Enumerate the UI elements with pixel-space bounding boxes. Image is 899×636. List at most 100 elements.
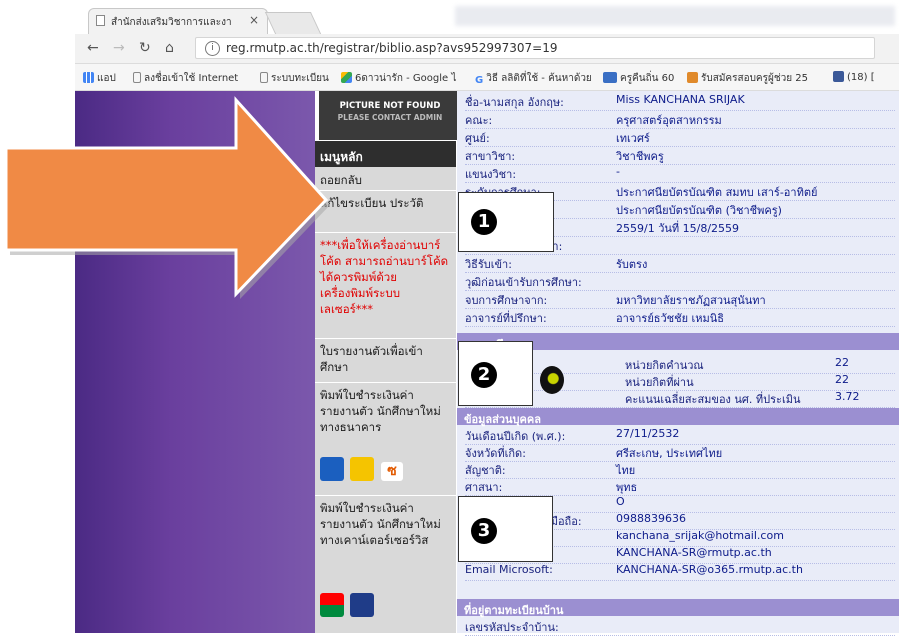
personal-row: ศาสนา: พุทธ <box>465 478 895 496</box>
bookmark-item[interactable]: 6ดาวน่ารัก - Google ไ <box>341 71 456 86</box>
field-value: รับตรง <box>616 258 648 271</box>
field-label: หน่วยกิตที่ผ่าน <box>625 376 694 389</box>
field-label: วิธีรับเข้า: <box>465 258 512 271</box>
field-label: สัญชาติ: <box>465 464 506 477</box>
field-label: จบการศึกษาจาก: <box>465 294 548 307</box>
field-value: KANCHANA-SR@o365.rmutp.ac.th <box>616 563 803 576</box>
bank-icon[interactable]: ซ <box>381 462 403 481</box>
field-label: วันเดือนปีเกิด (พ.ศ.): <box>465 430 566 443</box>
bookmark-item[interactable]: (18) [ <box>833 71 875 83</box>
info-icon[interactable]: i <box>205 41 220 56</box>
callout-box-1: 1 <box>458 192 554 252</box>
bookmark-item[interactable]: รับสมัครสอบครูผู้ช่วย 25 <box>687 71 808 86</box>
personal-row: วันเดือนปีเกิด (พ.ศ.): 27/11/2532 <box>465 427 895 445</box>
menu-item-back[interactable]: ถอยกลับ <box>315 167 456 191</box>
address-section-header: ที่อยู่ตามทะเบียนบ้าน <box>457 599 899 617</box>
bank-icon[interactable] <box>350 457 374 481</box>
field-value: 22 <box>835 373 849 386</box>
close-icon[interactable]: × <box>249 13 259 27</box>
student-info-row: จบการศึกษาจาก: มหาวิทยาลัยราชภัฏสวนสุนันท… <box>465 291 895 309</box>
menu-item-edit-profile[interactable]: แก้ไขระเบียน ประวัติ <box>315 191 456 233</box>
personal-row: สัญชาติ: ไทย <box>465 461 895 479</box>
field-value: เทเวศร์ <box>616 132 650 145</box>
field-value: พุทธ <box>616 481 638 494</box>
field-label: เลขรหัสประจำบ้าน: <box>465 621 559 634</box>
field-value: 0988839636 <box>616 512 686 525</box>
field-value: วิชาชีพครู <box>616 150 664 163</box>
field-value: Miss KANCHANA SRIJAK <box>616 93 745 106</box>
student-info-row: คณะ: ครุศาสตร์อุตสาหกรรม <box>465 111 895 129</box>
field-label: วุฒิก่อนเข้ารับการศึกษา: <box>465 276 582 289</box>
callout-box-3: 3 <box>458 496 553 562</box>
url-input[interactable]: i reg.rmutp.ac.th/registrar/biblio.asp?a… <box>195 37 875 59</box>
student-info-row: วิธีรับเข้า: รับตรง <box>465 255 895 273</box>
field-value: O <box>616 495 625 508</box>
student-info-row: วุฒิก่อนเข้ารับการศึกษา: <box>465 273 895 291</box>
bookmark-apps[interactable]: แอป <box>83 71 116 86</box>
facebook-icon <box>833 71 844 82</box>
student-info-row: ชื่อ-นามสกุล อังกฤษ: Miss KANCHANA SRIJAK <box>465 93 895 111</box>
field-value: ประกาศนียบัตรบัณฑิต สมทบ เสาร์-อาทิตย์ <box>616 186 818 199</box>
field-value: 2559/1 วันที่ 15/8/2559 <box>616 222 740 235</box>
browser-tab[interactable]: สำนักส่งเสริมวิชาการและงาน × <box>88 8 268 34</box>
field-value: KANCHANA-SR@rmutp.ac.th <box>616 546 772 559</box>
back-icon[interactable]: ← <box>87 40 99 56</box>
site-icon <box>687 72 698 83</box>
student-info-row: อาจารย์ที่ปรึกษา: อาจารย์ธวัชชัย เหมนิธิ <box>465 309 895 327</box>
bookmark-item[interactable]: ลงชื่อเข้าใช้ Internet <box>133 71 238 86</box>
url-text: reg.rmutp.ac.th/registrar/biblio.asp?avs… <box>226 41 558 55</box>
apps-icon <box>83 72 94 83</box>
field-value: มหาวิทยาลัยราชภัฏสวนสุนันทา <box>616 294 766 307</box>
callout-box-2: 2 <box>458 341 533 406</box>
menu-item-report-form[interactable]: ใบรายงานตัวเพื่อเข้าศึกษา <box>315 339 456 383</box>
field-label: ชื่อ-นามสกุล อังกฤษ: <box>465 96 564 109</box>
field-label: จังหวัดที่เกิด: <box>465 447 526 460</box>
field-value: - <box>616 165 620 178</box>
bookmark-item[interactable]: ระบบทะเบียน <box>260 71 329 86</box>
page-icon <box>260 72 268 83</box>
google-icon: G <box>475 75 484 86</box>
field-label: ศูนย์: <box>465 132 490 145</box>
sidebar-menu: ถอยกลับ แก้ไขระเบียน ประวัติ ***เพื่อให้… <box>315 167 456 633</box>
field-label: อาจารย์ที่ปรึกษา: <box>465 312 547 325</box>
field-label: Email Microsoft: <box>465 563 553 576</box>
page-icon <box>96 15 105 26</box>
site-icon <box>603 72 617 83</box>
personal-section-header: ข้อมูลส่วนบุคคล <box>457 408 899 426</box>
student-info-row: สาขาวิชา: วิชาชีพครู <box>465 147 895 165</box>
reload-icon[interactable]: ↻ <box>139 40 151 56</box>
field-label: คะแนนเฉลี่ยสะสมของ นศ. ที่ประเมิน <box>625 393 801 406</box>
drive-icon <box>341 72 352 83</box>
photo-thumbnail <box>540 366 564 394</box>
tab-title: สำนักส่งเสริมวิชาการและงาน <box>111 17 231 28</box>
menu-header: เมนูหลัก <box>315 141 456 167</box>
page-icon <box>133 72 141 83</box>
student-photo-placeholder: PICTURE NOT FOUND PLEASE CONTACT ADMIN <box>319 91 461 140</box>
personal-row: จังหวัดที่เกิด: ศรีสะเกษ, ประเทศไทย <box>465 444 895 462</box>
bookmark-item[interactable]: G วิธี ลลิติที่ใช้ - ค้นหาด้วย <box>475 71 592 86</box>
field-value: ไทย <box>616 464 636 477</box>
seven-eleven-icon[interactable] <box>320 593 344 617</box>
new-tab-button[interactable] <box>264 12 322 34</box>
bank-icon[interactable] <box>320 457 344 481</box>
field-value: 27/11/2532 <box>616 427 680 440</box>
bookmark-item[interactable]: ครูคืนถิ่น 60 <box>603 71 674 86</box>
blurred-window-title <box>455 6 895 26</box>
menu-note-barcode: ***เพื่อให้เครื่องอ่านบาร์โค้ด สามารถอ่า… <box>315 233 456 339</box>
field-label: สาขาวิชา: <box>465 150 516 163</box>
home-icon[interactable]: ⌂ <box>165 40 174 56</box>
field-label: คณะ: <box>465 114 493 127</box>
field-label: ศาสนา: <box>465 481 503 494</box>
counter-service-icon[interactable] <box>350 593 374 617</box>
address-row: เลขรหัสประจำบ้าน: <box>465 618 895 636</box>
field-value: ประกาศนียบัตรบัณฑิต (วิชาชีพครู) <box>616 204 782 217</box>
personal-row: Email Microsoft: KANCHANA-SR@o365.rmutp.a… <box>465 563 895 581</box>
field-value: kanchana_srijak@hotmail.com <box>616 529 784 542</box>
field-value: 22 <box>835 356 849 369</box>
forward-icon[interactable]: → <box>113 40 125 56</box>
student-info-row: แขนงวิชา: - <box>465 165 895 183</box>
field-label: หน่วยกิตคำนวณ <box>625 359 704 372</box>
pointer-arrow <box>4 96 330 299</box>
student-info-row: ศูนย์: เทเวศร์ <box>465 129 895 147</box>
bookmarks-bar: แอป ลงชื่อเข้าใช้ Internet ระบบทะเบียน 6… <box>75 64 899 91</box>
